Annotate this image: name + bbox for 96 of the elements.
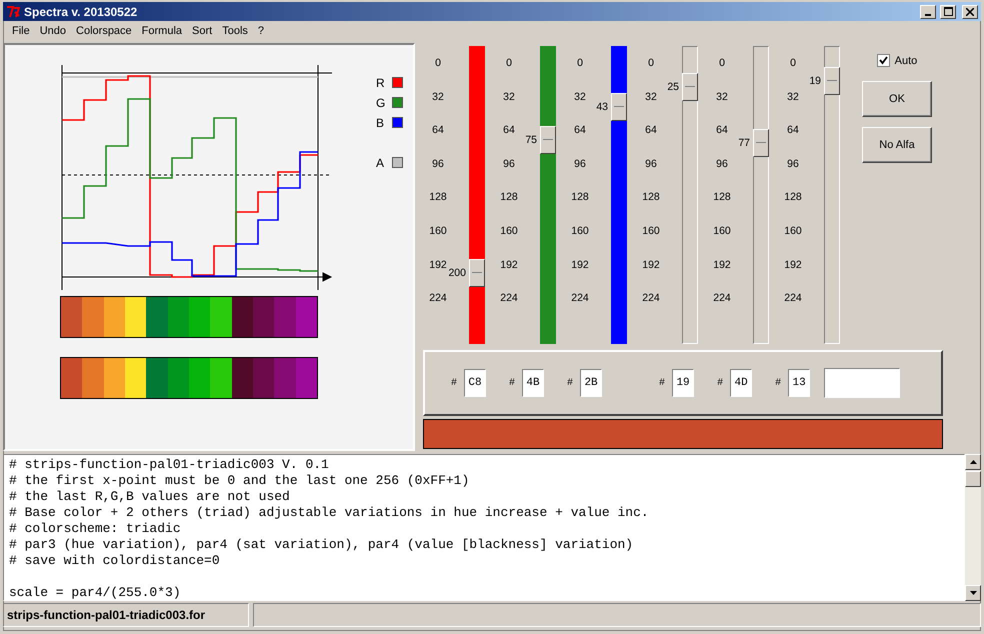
scale-label: 224 [570, 291, 590, 306]
scale-label: 64 [573, 123, 587, 138]
scale-label: 160 [499, 224, 519, 239]
hex-field[interactable]: 19 [672, 369, 694, 397]
scale-label: 160 [570, 224, 590, 239]
scale-label: 32 [644, 90, 658, 105]
scale-label: 128 [499, 190, 519, 206]
maximize-button[interactable] [940, 4, 956, 18]
auto-checkbox[interactable] [876, 54, 890, 67]
hash-label: # [567, 378, 574, 388]
scale-label: 32 [786, 90, 800, 105]
legend-label: R [376, 76, 385, 90]
legend-label: A [376, 156, 384, 170]
input-field[interactable] [824, 368, 900, 398]
menu-item[interactable]: Formula [136, 25, 188, 37]
auto-label: Auto [894, 54, 918, 66]
hash-label: # [775, 378, 782, 388]
scale-label: 224 [641, 291, 661, 306]
scale-label: 64 [715, 123, 729, 138]
scale-label: 32 [715, 90, 729, 105]
scrollbar-thumb[interactable] [965, 471, 981, 487]
scale-label: 224 [712, 291, 732, 306]
scale-label: 96 [431, 156, 445, 172]
menu-item[interactable]: Undo [34, 25, 72, 37]
menu-item[interactable]: Colorspace [71, 25, 137, 37]
scale-label: 96 [644, 156, 658, 172]
scale-label: 224 [428, 291, 448, 306]
scale-label: 192 [499, 258, 519, 273]
minimize-icon [925, 14, 931, 16]
scale-label: 64 [644, 123, 658, 138]
slider-value: 19 [809, 75, 821, 88]
hex-field[interactable]: 2B [580, 369, 602, 397]
scale-label: 96 [786, 156, 800, 172]
scale-label: 160 [712, 224, 732, 239]
scrollbar[interactable] [965, 454, 981, 601]
slider-value: 43 [596, 100, 608, 113]
scale-label: 0 [647, 56, 655, 71]
script-editor[interactable]: # strips-function-pal01-triadic003 V. 0.1 # the first x-point must be 0 and the last one 256 (0xFF+1) # the last R,G,B values are not used # Base color + 2 others (triad) adjustable variations in hue increase + value inc. # colorscheme: triadic # par3 (hue variation), par4 (sat variation), par4 (value [blackness] variation) # save with colordistance=0 scale = par4/(255.0*3) [3, 454, 965, 601]
hex-field[interactable]: 4D [730, 369, 752, 397]
up-arrow-icon [970, 460, 976, 464]
scale-label: 192 [641, 258, 661, 273]
scale-label: 64 [786, 123, 800, 138]
scale-label: 128 [428, 190, 448, 206]
scale-label: 160 [783, 224, 803, 239]
scale-label: 96 [573, 156, 587, 172]
scale-label: 160 [641, 224, 661, 239]
legend-label: B [376, 116, 384, 130]
scale-label: 128 [641, 190, 661, 206]
minimize-button[interactable] [920, 4, 936, 18]
hash-label: # [717, 378, 724, 388]
slider-value: 75 [525, 134, 537, 146]
scale-label: 96 [502, 156, 516, 172]
slider-value: 200 [448, 266, 466, 279]
checkmark-icon [878, 56, 888, 65]
dialog-button[interactable]: OK [862, 81, 932, 117]
legend-label: G [376, 96, 386, 110]
down-arrow-icon [970, 591, 976, 595]
hex-field[interactable]: 4B [522, 369, 544, 397]
scale-label: 224 [783, 291, 803, 306]
maximize-icon [944, 7, 952, 16]
close-icon [966, 8, 974, 16]
close-button[interactable] [962, 4, 978, 18]
window-title: Spectra v. 20130522 [24, 4, 138, 18]
menu-item[interactable]: File [7, 25, 35, 37]
hex-field[interactable]: C8 [464, 369, 486, 397]
scale-label: 128 [712, 190, 732, 206]
hex-field[interactable]: 13 [788, 369, 810, 397]
hash-label: # [509, 378, 516, 388]
slider-value: 25 [667, 81, 679, 94]
scale-label: 224 [499, 291, 519, 306]
scale-label: 96 [715, 156, 729, 172]
scale-label: 64 [502, 123, 516, 138]
hash-label: # [659, 378, 666, 388]
scale-label: 192 [783, 258, 803, 273]
app-icon [6, 4, 20, 18]
menu-item[interactable]: ? [252, 25, 270, 37]
scale-label: 32 [502, 90, 516, 105]
slider-value: 77 [738, 136, 750, 149]
scale-label: 64 [431, 123, 445, 138]
scale-label: 32 [431, 90, 445, 105]
scale-label: 192 [712, 258, 732, 273]
scale-label: 0 [789, 56, 797, 71]
status-filename: strips-function-pal01-triadic003.for [3, 603, 249, 627]
dialog-button[interactable]: No Alfa [862, 127, 932, 163]
scale-label: 0 [576, 56, 584, 71]
scale-label: 0 [718, 56, 726, 71]
scale-label: 160 [428, 224, 448, 239]
menu-item[interactable]: Tools [217, 25, 253, 37]
menu-item[interactable]: Sort [187, 25, 218, 37]
scale-label: 128 [783, 190, 803, 206]
scale-label: 128 [570, 190, 590, 206]
scale-label: 32 [573, 90, 587, 105]
scale-label: 0 [434, 56, 442, 71]
scale-label: 192 [570, 258, 590, 273]
scale-label: 0 [505, 56, 513, 71]
hash-label: # [451, 378, 458, 388]
